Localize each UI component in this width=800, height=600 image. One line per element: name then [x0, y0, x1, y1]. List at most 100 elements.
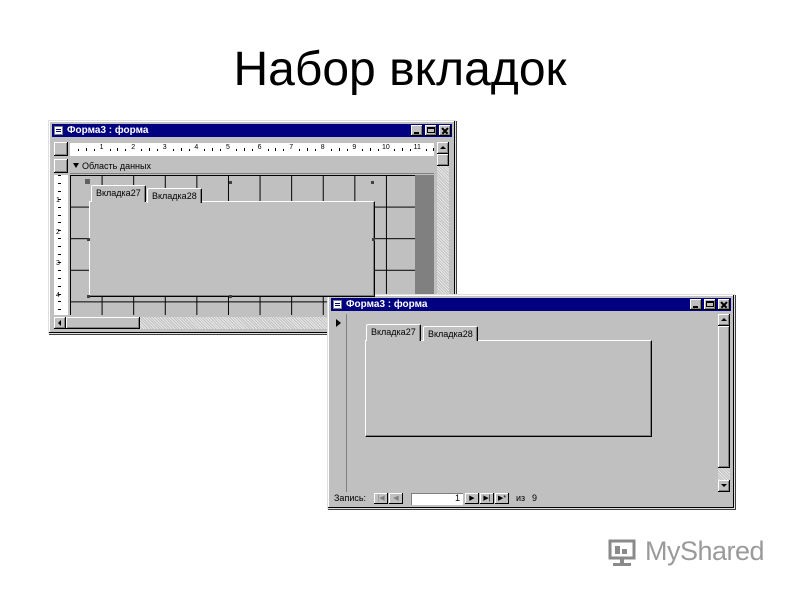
- ruler-tick: [125, 149, 127, 151]
- design-window-titlebar[interactable]: Форма3 : форма: [52, 124, 452, 137]
- close-button[interactable]: [718, 299, 730, 310]
- record-label: Запись:: [334, 493, 367, 503]
- design-tab-page[interactable]: [89, 201, 375, 297]
- record-selector[interactable]: [332, 314, 347, 492]
- myshared-logo-text: MyShared: [645, 536, 765, 566]
- ruler-number: 10: [382, 144, 390, 151]
- ruler-tick: [299, 149, 301, 151]
- ruler-tick: [58, 214, 61, 216]
- of-label: из: [516, 493, 526, 503]
- selection-handle[interactable]: [229, 295, 232, 298]
- ruler-tick: [77, 149, 79, 151]
- ruler-tick: [243, 148, 245, 151]
- ruler-tick: [275, 148, 277, 151]
- scroll-down-button[interactable]: [718, 480, 730, 492]
- last-record-button[interactable]: ▶|: [480, 493, 494, 504]
- ruler-tick: [401, 148, 403, 151]
- form-tab-page[interactable]: [365, 340, 652, 437]
- ruler-tick: [58, 277, 61, 279]
- slide-title: Набор вкладок: [233, 43, 567, 96]
- ruler-number: 8: [320, 144, 325, 151]
- design-window-title: Форма3 : форма: [67, 125, 149, 136]
- selection-handle[interactable]: [372, 238, 375, 241]
- section-bar[interactable]: Область данных: [70, 159, 434, 174]
- ruler-tick: [141, 149, 143, 151]
- ruler-number: 6: [257, 144, 262, 151]
- selection-handle[interactable]: [87, 295, 90, 298]
- scroll-up-button[interactable]: [718, 314, 730, 326]
- current-record-field[interactable]: 1: [411, 493, 463, 505]
- form-tab-2[interactable]: Вкладка28: [423, 326, 478, 341]
- first-record-button[interactable]: |◀: [374, 493, 388, 504]
- ruler-tick: [425, 149, 427, 151]
- form-icon: [54, 126, 63, 135]
- form-tab-1[interactable]: Вкладка27: [366, 324, 421, 341]
- next-record-button[interactable]: ▶: [465, 493, 479, 504]
- ruler-tick: [93, 149, 95, 151]
- ruler-tick: [58, 182, 61, 184]
- ruler-corner[interactable]: [54, 142, 68, 156]
- scroll-thumb[interactable]: [718, 326, 730, 468]
- total-records: 9: [532, 493, 538, 503]
- minimize-button[interactable]: [411, 125, 423, 136]
- minimize-button[interactable]: [690, 299, 702, 310]
- ruler-tick: [307, 148, 308, 151]
- maximize-button[interactable]: [425, 125, 437, 136]
- ruler-tick: [212, 148, 214, 151]
- previous-record-button[interactable]: ◀: [389, 493, 403, 504]
- ruler-tick: [58, 222, 61, 224]
- form-vertical-scrollbar[interactable]: [718, 314, 730, 492]
- ruler-tick: [85, 148, 87, 151]
- ruler-number: 2: [56, 228, 60, 236]
- vertical-ruler: 1 2 3 4: [54, 175, 68, 315]
- ruler-number: 5: [226, 144, 230, 151]
- close-button[interactable]: [439, 125, 451, 136]
- ruler-number: 4: [194, 144, 199, 151]
- selection-handle[interactable]: [229, 181, 232, 184]
- section-arrow-icon: [73, 163, 79, 168]
- ruler-tick: [235, 149, 237, 151]
- ruler-tick: [338, 148, 340, 151]
- maximize-button[interactable]: [704, 299, 716, 310]
- ruler-tick: [109, 149, 111, 151]
- selection-handle[interactable]: [85, 179, 90, 184]
- ruler-tick: [58, 206, 61, 208]
- ruler-tick: [172, 149, 174, 151]
- ruler-tick: [58, 301, 61, 303]
- horizontal-ruler: 1 2 3 4 5 6 7 8 9 10 11: [70, 143, 434, 156]
- form-window-titlebar[interactable]: Форма3 : форма: [331, 298, 731, 311]
- ruler-tick: [393, 149, 395, 151]
- new-record-button[interactable]: ▶*: [495, 493, 509, 504]
- ruler-tick: [267, 149, 269, 151]
- selection-handle[interactable]: [371, 181, 374, 184]
- scroll-left-button[interactable]: [54, 317, 66, 329]
- scroll-thumb[interactable]: [437, 154, 449, 166]
- current-record-arrow-icon: [336, 319, 341, 327]
- ruler-tick: [58, 269, 61, 271]
- section-selector[interactable]: [54, 159, 68, 173]
- design-tab-2[interactable]: Вкладка28: [147, 188, 202, 203]
- design-tab-1[interactable]: Вкладка27: [91, 185, 146, 202]
- ruler-tick: [58, 246, 61, 248]
- ruler-number: 3: [162, 144, 167, 151]
- ruler-tick: [362, 149, 364, 151]
- ruler-tick: [180, 148, 182, 151]
- form-window-title: Форма3 : форма: [346, 299, 428, 310]
- ruler-tick: [204, 149, 206, 151]
- ruler-tick: [58, 254, 61, 255]
- scroll-up-button[interactable]: [437, 142, 449, 154]
- scroll-thumb[interactable]: [66, 317, 140, 329]
- ruler-tick: [58, 190, 61, 192]
- ruler-number: 1: [99, 144, 104, 151]
- ruler-number: 2: [131, 144, 136, 151]
- selection-handle[interactable]: [87, 238, 90, 241]
- form-window: Форма3 : форма Вкладка27 Вкладка28 Запис…: [327, 294, 735, 509]
- ruler-tick: [378, 149, 380, 151]
- ruler-tick: [58, 238, 61, 240]
- navigation-bar: Запись: |◀ ◀ 1 ▶ ▶| ▶* из 9: [332, 493, 716, 505]
- ruler-number: 3: [56, 260, 60, 268]
- design-vertical-scrollbar[interactable]: [437, 142, 449, 315]
- ruler-number: 9: [352, 144, 357, 151]
- ruler-number: 7: [289, 144, 294, 151]
- ruler-tick: [156, 149, 158, 151]
